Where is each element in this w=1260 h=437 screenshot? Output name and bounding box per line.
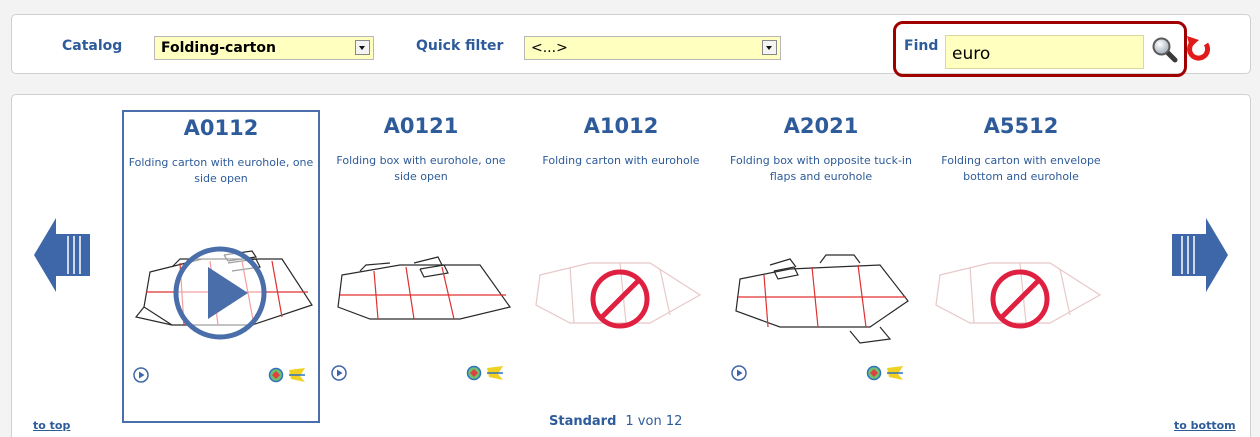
catalog-item-card[interactable]: A1012 Folding carton with eurohole xyxy=(522,110,720,423)
item-code: A0121 xyxy=(383,114,459,138)
quick-filter-select[interactable]: <...> xyxy=(524,36,781,60)
catalog-select-value: Folding-carton xyxy=(161,40,276,56)
pager: Standard 1 von 12 xyxy=(549,414,682,429)
3d-view-icon[interactable] xyxy=(865,365,905,381)
play-icon[interactable] xyxy=(731,365,747,381)
catalog-item-card[interactable]: A5512 Folding carton with envelope botto… xyxy=(922,110,1120,423)
item-description: Folding carton with eurohole xyxy=(542,154,700,167)
item-description: Folding box with opposite tuck-in flaps … xyxy=(730,154,912,183)
arrow-right-icon[interactable] xyxy=(1172,218,1228,292)
item-description: Folding carton with eurohole, one side o… xyxy=(128,156,314,185)
catalog-item-card[interactable]: A2021 Folding box with opposite tuck-in … xyxy=(722,110,920,423)
reset-arrow-icon[interactable] xyxy=(1184,35,1212,63)
catalog-item-card[interactable]: A0121 Folding box with eurohole, one sid… xyxy=(322,110,520,423)
page-info: 1 von 12 xyxy=(625,414,683,429)
play-icon[interactable] xyxy=(133,367,149,383)
item-description: Folding box with eurohole, one side open xyxy=(336,154,506,183)
chevron-down-icon[interactable] xyxy=(762,40,777,55)
catalog-item-card[interactable]: A0112 Folding carton with eurohole, one … xyxy=(122,110,320,423)
quick-filter-select-value: <...> xyxy=(531,40,568,56)
3d-view-icon[interactable] xyxy=(267,367,307,383)
item-description: Folding carton with envelope bottom and … xyxy=(941,154,1101,183)
catalog-select[interactable]: Folding-carton xyxy=(154,36,374,60)
to-top-link[interactable]: to top xyxy=(33,419,70,432)
play-icon[interactable] xyxy=(331,365,347,381)
catalog-label: Catalog xyxy=(62,38,123,54)
3d-view-icon[interactable] xyxy=(465,365,505,381)
arrow-left-icon[interactable] xyxy=(34,218,90,292)
group-label: Standard xyxy=(549,414,617,429)
tuck-flap-box-drawing xyxy=(735,254,909,344)
folding-box-drawing xyxy=(337,256,512,320)
item-code: A2021 xyxy=(783,114,859,138)
no-image-icon xyxy=(535,262,702,329)
to-bottom-link[interactable]: to bottom xyxy=(1174,419,1236,432)
chevron-down-icon[interactable] xyxy=(355,40,370,55)
magnifier-icon[interactable] xyxy=(1151,36,1178,63)
no-image-icon xyxy=(935,262,1102,329)
item-code: A5512 xyxy=(983,114,1059,138)
find-input[interactable]: euro xyxy=(945,35,1144,69)
item-code: A0112 xyxy=(183,116,259,140)
item-code: A1012 xyxy=(583,114,659,138)
find-label: Find xyxy=(904,38,939,54)
quick-filter-label: Quick filter xyxy=(416,38,504,54)
play-overlay-icon[interactable] xyxy=(172,245,268,341)
